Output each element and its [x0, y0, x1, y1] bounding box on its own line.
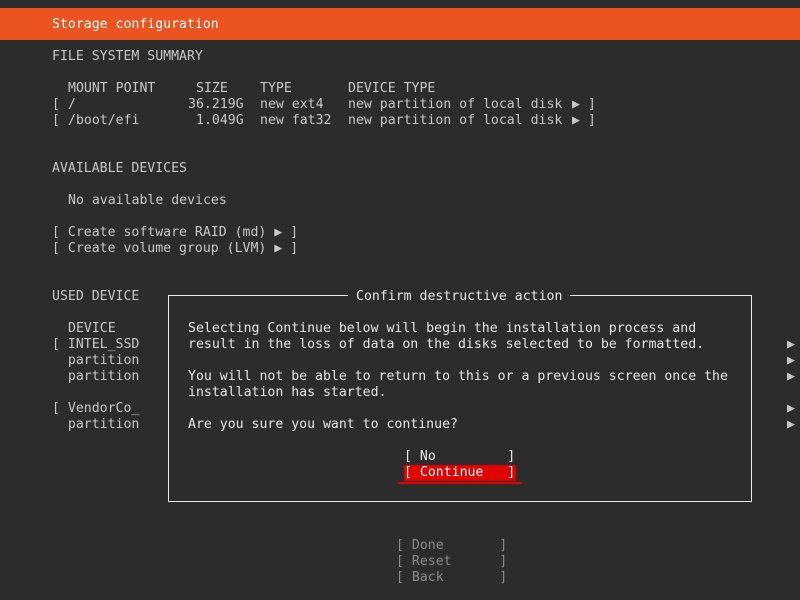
used-device-heading: USED DEVICE	[52, 289, 140, 304]
row-arrow-icon: ▶ ]	[572, 113, 596, 128]
row-bracket: [	[52, 97, 60, 112]
file-system-summary-heading: FILE SYSTEM SUMMARY	[52, 49, 203, 64]
continue-button[interactable]: [ Continue ]	[404, 465, 515, 481]
available-devices-heading: AVAILABLE DEVICES	[52, 161, 187, 176]
row-bracket: [	[52, 113, 60, 128]
no-button[interactable]: [ No ]	[404, 449, 515, 465]
arrow-icon: ▶	[787, 401, 795, 416]
dialog-title: Confirm destructive action	[348, 289, 571, 305]
done-button[interactable]: [ Done ]	[396, 538, 507, 554]
used-partition-row[interactable]: partition	[52, 417, 139, 433]
dialog-message-line: result in the loss of data on the disks …	[188, 337, 705, 352]
arrow-icon: ▶	[787, 369, 795, 384]
reset-button[interactable]: [ Reset ]	[396, 554, 507, 570]
focus-underline	[398, 482, 522, 484]
no-available-devices-text: No available devices	[68, 193, 227, 208]
dialog-message-line: Selecting Continue below will begin the …	[188, 321, 697, 336]
arrow-icon: ▶	[787, 417, 795, 432]
arrow-icon: ▶	[787, 353, 795, 368]
row-device-type: new partition of local disk	[348, 113, 563, 128]
col-device: DEVICE	[68, 321, 116, 336]
create-lvm-button[interactable]: [ Create volume group (LVM) ▶ ]	[52, 241, 298, 257]
arrow-icon: ▶	[787, 337, 795, 352]
used-partition-row[interactable]: partition	[52, 369, 139, 385]
create-raid-button[interactable]: [ Create software RAID (md) ▶ ]	[52, 225, 298, 241]
dialog-question: Are you sure you want to continue?	[188, 417, 458, 432]
used-device-row[interactable]: [ INTEL_SSD	[52, 337, 139, 353]
dialog-message-line: You will not be able to return to this o…	[188, 369, 728, 384]
col-size: SIZE	[196, 81, 228, 96]
row-arrow-icon: ▶ ]	[572, 97, 596, 112]
row-mount: /boot/efi	[68, 113, 140, 128]
used-partition-row[interactable]: partition	[52, 353, 139, 369]
row-device-type: new partition of local disk	[348, 97, 563, 112]
row-type: new ext4	[260, 97, 324, 112]
row-size: 1.049G	[196, 113, 244, 128]
row-type: new fat32	[260, 113, 332, 128]
used-device-row[interactable]: [ VendorCo_	[52, 401, 139, 417]
col-device-type: DEVICE TYPE	[348, 81, 436, 96]
col-mount-point: MOUNT POINT	[68, 81, 156, 96]
page-title: Storage configuration	[52, 17, 219, 32]
dialog-message-line: installation has started.	[188, 385, 387, 400]
row-size: 36.219G	[188, 97, 244, 112]
row-mount: /	[68, 97, 76, 112]
back-button[interactable]: [ Back ]	[396, 570, 507, 586]
col-type: TYPE	[260, 81, 292, 96]
